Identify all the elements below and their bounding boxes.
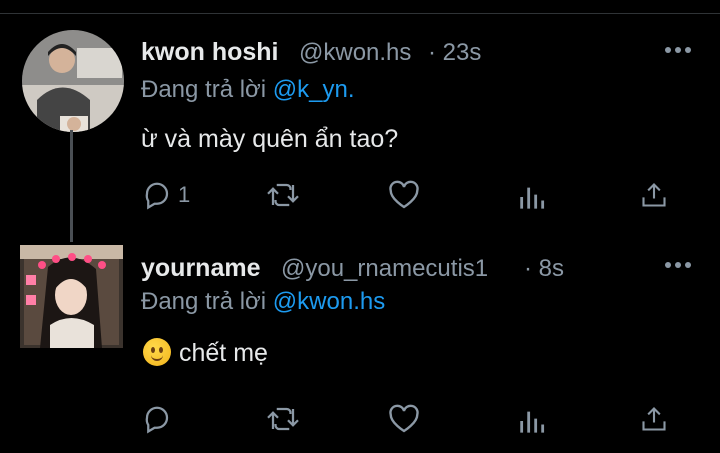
avatar[interactable] [20,245,123,348]
tweet-text: ừ và mày quên ẩn tao? [141,125,399,153]
more-icon[interactable] [665,47,691,55]
like-button[interactable] [388,402,420,436]
reply-count: 1 [178,182,191,207]
thread-line [70,130,73,242]
reply-icon [145,406,169,434]
retweet-button[interactable] [266,178,300,212]
reply-icon [145,182,169,210]
tweet-text-row: chết mẹ [143,338,268,368]
timestamp[interactable]: · 8s [524,255,564,283]
analytics-icon [520,187,545,209]
replying-to: Đang trả lời @k_yn. [141,76,355,104]
author-name[interactable]: kwon hoshi [141,38,279,67]
timestamp[interactable]: · 23s [428,39,481,67]
author-name[interactable]: yourname [141,254,260,283]
tweet-yourname[interactable]: yourname @you_rnamecutis1 · 8s Đang trả … [0,240,720,453]
retweet-icon [267,407,299,431]
share-icon [642,407,666,431]
mention-link[interactable]: @kwon.hs [273,288,385,315]
analytics-button[interactable] [517,180,545,214]
like-button[interactable] [388,178,420,212]
mention-link[interactable]: @k_yn. [273,76,355,103]
replying-to-label: Đang trả lời [141,76,267,103]
avatar[interactable] [22,30,124,132]
author-handle[interactable]: @kwon.hs [299,39,411,67]
replying-to-label: Đang trả lời [141,288,267,315]
tweet-text: chết mẹ [179,339,268,367]
author-handle[interactable]: @you_rnamecutis1 [281,255,488,283]
analytics-button[interactable] [517,404,545,438]
analytics-icon [520,411,545,433]
slightly-smiling-face-icon [143,338,171,366]
reply-button[interactable]: 1 [142,178,190,212]
share-icon [642,183,666,207]
retweet-button[interactable] [266,402,300,436]
reply-button[interactable] [142,402,178,436]
share-button[interactable] [640,402,668,436]
replying-to: Đang trả lời @kwon.hs [141,288,385,316]
share-button[interactable] [640,178,668,212]
like-icon [389,180,419,209]
like-icon [389,404,419,433]
tweet-kwon-hoshi[interactable]: kwon hoshi @kwon.hs · 23s Đang trả lời @… [0,0,720,242]
retweet-icon [267,183,299,207]
more-icon[interactable] [665,262,691,270]
